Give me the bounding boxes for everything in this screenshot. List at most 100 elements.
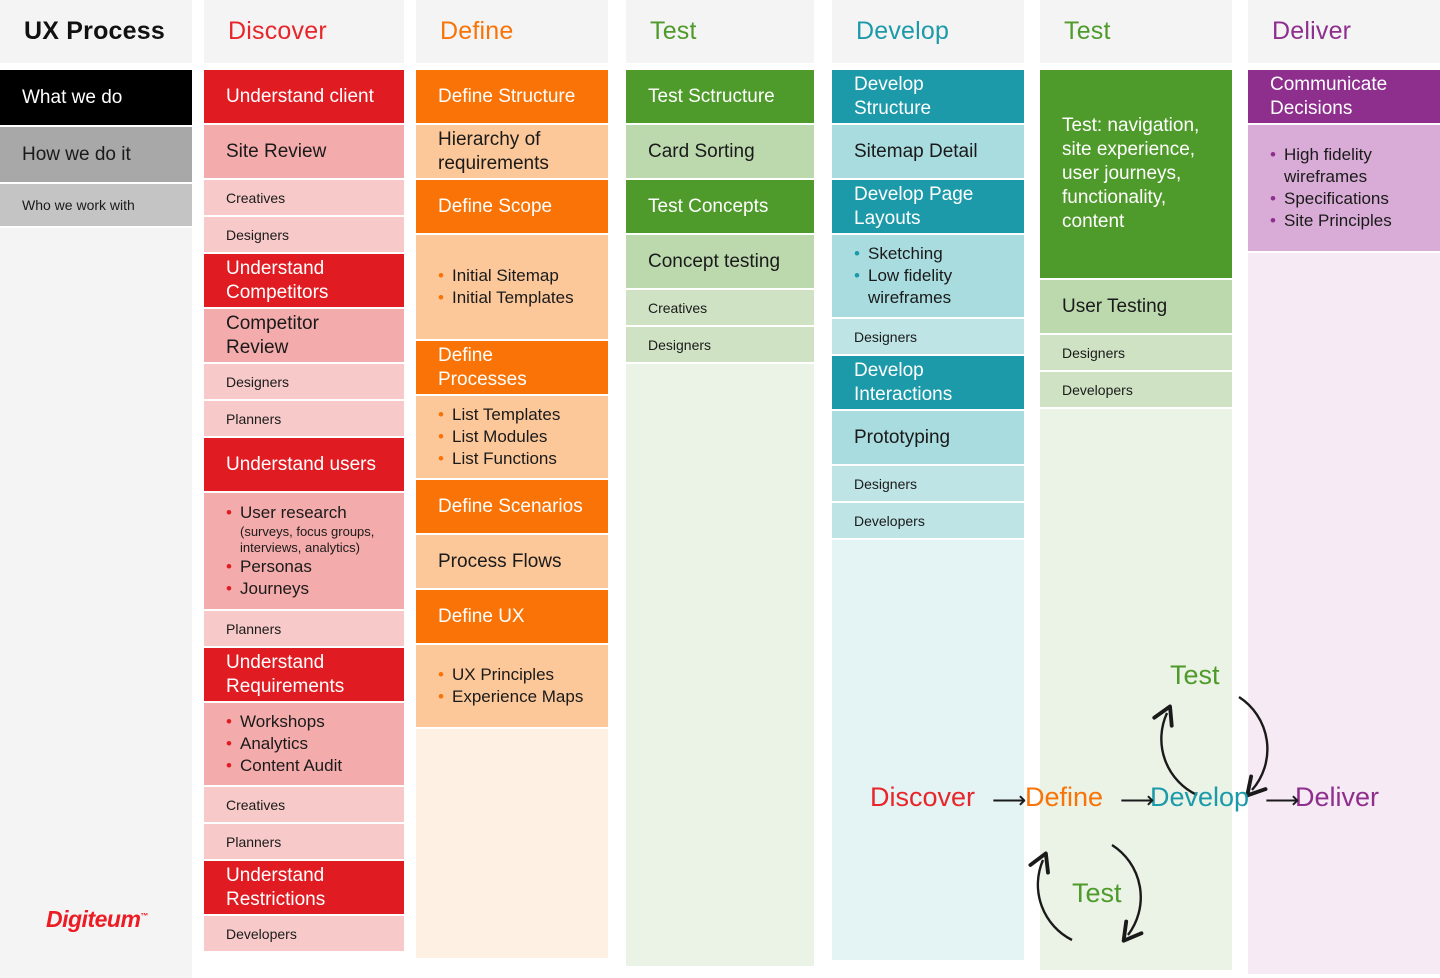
task-list-item[interactable]: Content Audit	[226, 755, 382, 777]
deliverable-row[interactable]: User Testing	[1040, 280, 1232, 335]
activity-header[interactable]: Understand users	[204, 438, 404, 493]
task-list-item[interactable]: Analytics	[226, 733, 382, 755]
activity-header[interactable]: Define Scope	[416, 180, 608, 235]
cycle-stage-define[interactable]: Define	[1025, 782, 1103, 813]
activity-header[interactable]: Define Structure	[416, 70, 608, 125]
task-list-item[interactable]: UX Principles	[438, 664, 586, 686]
deliverable-row[interactable]: Competitor Review	[204, 309, 404, 364]
role-label: Designers	[226, 226, 290, 243]
cycle-stage-label: Define	[1025, 782, 1104, 812]
activity-header[interactable]: Develop Structure	[832, 70, 1024, 125]
stage-header-1[interactable]: Discover	[204, 0, 404, 63]
task-list-item[interactable]: Experience Maps	[438, 686, 586, 708]
deliverable-label: Concept testing	[648, 250, 781, 272]
activity-header-label: Develop Page Layouts	[854, 183, 974, 229]
activity-header[interactable]: Understand Competitors	[204, 254, 404, 309]
role-label: Planners	[226, 410, 282, 427]
role-row[interactable]: Designers	[1040, 335, 1232, 372]
cycle-stage-deliver[interactable]: Deliver	[1295, 782, 1379, 813]
task-list-item[interactable]: Specifications	[1270, 188, 1418, 210]
sidebar-item-who-we-work-with[interactable]: Who we work with	[0, 184, 192, 228]
task-list-item[interactable]: Workshops	[226, 711, 382, 733]
task-list-item[interactable]: Personas	[226, 556, 382, 578]
activity-header[interactable]: Communicate Decisions	[1248, 70, 1440, 125]
sidebar-item-how-we-do-it[interactable]: How we do it	[0, 127, 192, 184]
role-label: Creatives	[226, 796, 286, 813]
deliverable-row[interactable]: Site Review	[204, 125, 404, 180]
task-list-row: High fidelity wireframes Specifications Si…	[1248, 125, 1440, 253]
role-row[interactable]: Planners	[204, 611, 404, 649]
role-row[interactable]: Creatives	[204, 180, 404, 217]
role-row[interactable]: Designers	[626, 327, 814, 364]
task-list-item[interactable]: Sketching	[854, 243, 1002, 265]
activity-header[interactable]: Understand Requirements	[204, 648, 404, 704]
task-list-item[interactable]: List Functions	[438, 448, 586, 470]
task-list-item-label: List Templates	[452, 405, 561, 424]
activity-header-label: Develop Interactions	[854, 359, 953, 405]
activity-header[interactable]: Test Concepts	[626, 180, 814, 235]
activity-header-label: Understand Competitors	[226, 257, 329, 303]
role-row[interactable]: Designers	[832, 319, 1024, 356]
role-row[interactable]: Designers	[204, 217, 404, 254]
deliverable-row[interactable]: Concept testing	[626, 235, 814, 290]
role-label: Planners	[226, 833, 282, 850]
role-label: Developers	[226, 925, 297, 942]
role-row[interactable]: Designers	[204, 364, 404, 401]
stage-header-6[interactable]: Deliver	[1248, 0, 1440, 63]
task-list-item-label: Content Audit	[240, 756, 343, 776]
stage-header-3[interactable]: Test	[626, 0, 814, 63]
role-row[interactable]: Developers	[204, 916, 404, 954]
task-list-item[interactable]: Low fidelity wireframes	[854, 265, 1002, 309]
cycle-stage-develop[interactable]: Develop	[1150, 782, 1249, 813]
stage-header-2[interactable]: Define	[416, 0, 608, 63]
cycle-loop-top-test[interactable]: Test	[1170, 660, 1220, 691]
task-list-item-label: High fidelity wireframes	[1284, 145, 1372, 186]
role-row[interactable]: Planners	[204, 401, 404, 438]
task-list-item[interactable]: Journeys	[226, 578, 382, 600]
task-list-item[interactable]: List Templates	[438, 404, 586, 426]
activity-header[interactable]: Define Scenarios	[416, 480, 608, 535]
activity-header[interactable]: Understand client	[204, 70, 404, 125]
role-row[interactable]: Developers	[1040, 372, 1232, 409]
activity-header[interactable]: Understand Restrictions	[204, 861, 404, 917]
page-title-label: UX Process	[24, 17, 165, 45]
task-list-item[interactable]: Initial Sitemap	[438, 265, 586, 287]
sidebar-item-what-we-do[interactable]: What we do	[0, 70, 192, 127]
activity-header[interactable]: Develop Page Layouts	[832, 180, 1024, 235]
activity-header[interactable]: Develop Interactions	[832, 356, 1024, 411]
stage-header-5[interactable]: Test	[1040, 0, 1232, 63]
task-list-item-label: List Functions	[452, 449, 557, 468]
role-row[interactable]: Creatives	[626, 290, 814, 327]
stage-header-label: Discover	[228, 17, 327, 45]
task-list-item[interactable]: Site Principles	[1270, 210, 1418, 232]
activity-header[interactable]: Test Sctructure	[626, 70, 814, 125]
role-row[interactable]: Developers	[832, 503, 1024, 540]
task-list-item-label: Specifications	[1284, 189, 1389, 208]
deliverable-row[interactable]: Card Sorting	[626, 125, 814, 180]
activity-header[interactable]: Define Processes	[416, 341, 608, 396]
cycle-loop-bottom-test[interactable]: Test	[1072, 878, 1122, 909]
task-list-item[interactable]: High fidelity wireframes	[1270, 144, 1418, 188]
task-list-item[interactable]: User research(surveys, focus groups, int…	[226, 502, 382, 556]
cycle-loop-bottom-label: Test	[1072, 878, 1122, 908]
role-row[interactable]: Creatives	[204, 787, 404, 825]
sidebar-item-label: What we do	[22, 86, 123, 108]
activity-header[interactable]: Test: navigation, site experience, user …	[1040, 70, 1232, 280]
role-row[interactable]: Designers	[832, 466, 1024, 503]
task-list-item[interactable]: Initial Templates	[438, 287, 586, 309]
deliverable-row[interactable]: Hierarchy of requirements	[416, 125, 608, 180]
cycle-stage-label: Discover	[870, 782, 976, 812]
deliverable-label: Prototyping	[854, 426, 951, 448]
top-loop-right-arc	[1238, 695, 1269, 798]
deliverable-row[interactable]: Process Flows	[416, 535, 608, 590]
page-title: UX Process	[0, 0, 192, 63]
stage-header-4[interactable]: Develop	[832, 0, 1024, 63]
deliverable-row[interactable]: Sitemap Detail	[832, 125, 1024, 180]
role-row[interactable]: Planners	[204, 824, 404, 862]
activity-header[interactable]: Define UX	[416, 590, 608, 645]
cycle-stage-discover[interactable]: Discover	[870, 782, 975, 813]
stage-column-define: Define Structure Hierarchy of requirement…	[416, 70, 608, 958]
activity-header-label: Define UX	[438, 605, 525, 627]
deliverable-row[interactable]: Prototyping	[832, 411, 1024, 466]
task-list-item[interactable]: List Modules	[438, 426, 586, 448]
